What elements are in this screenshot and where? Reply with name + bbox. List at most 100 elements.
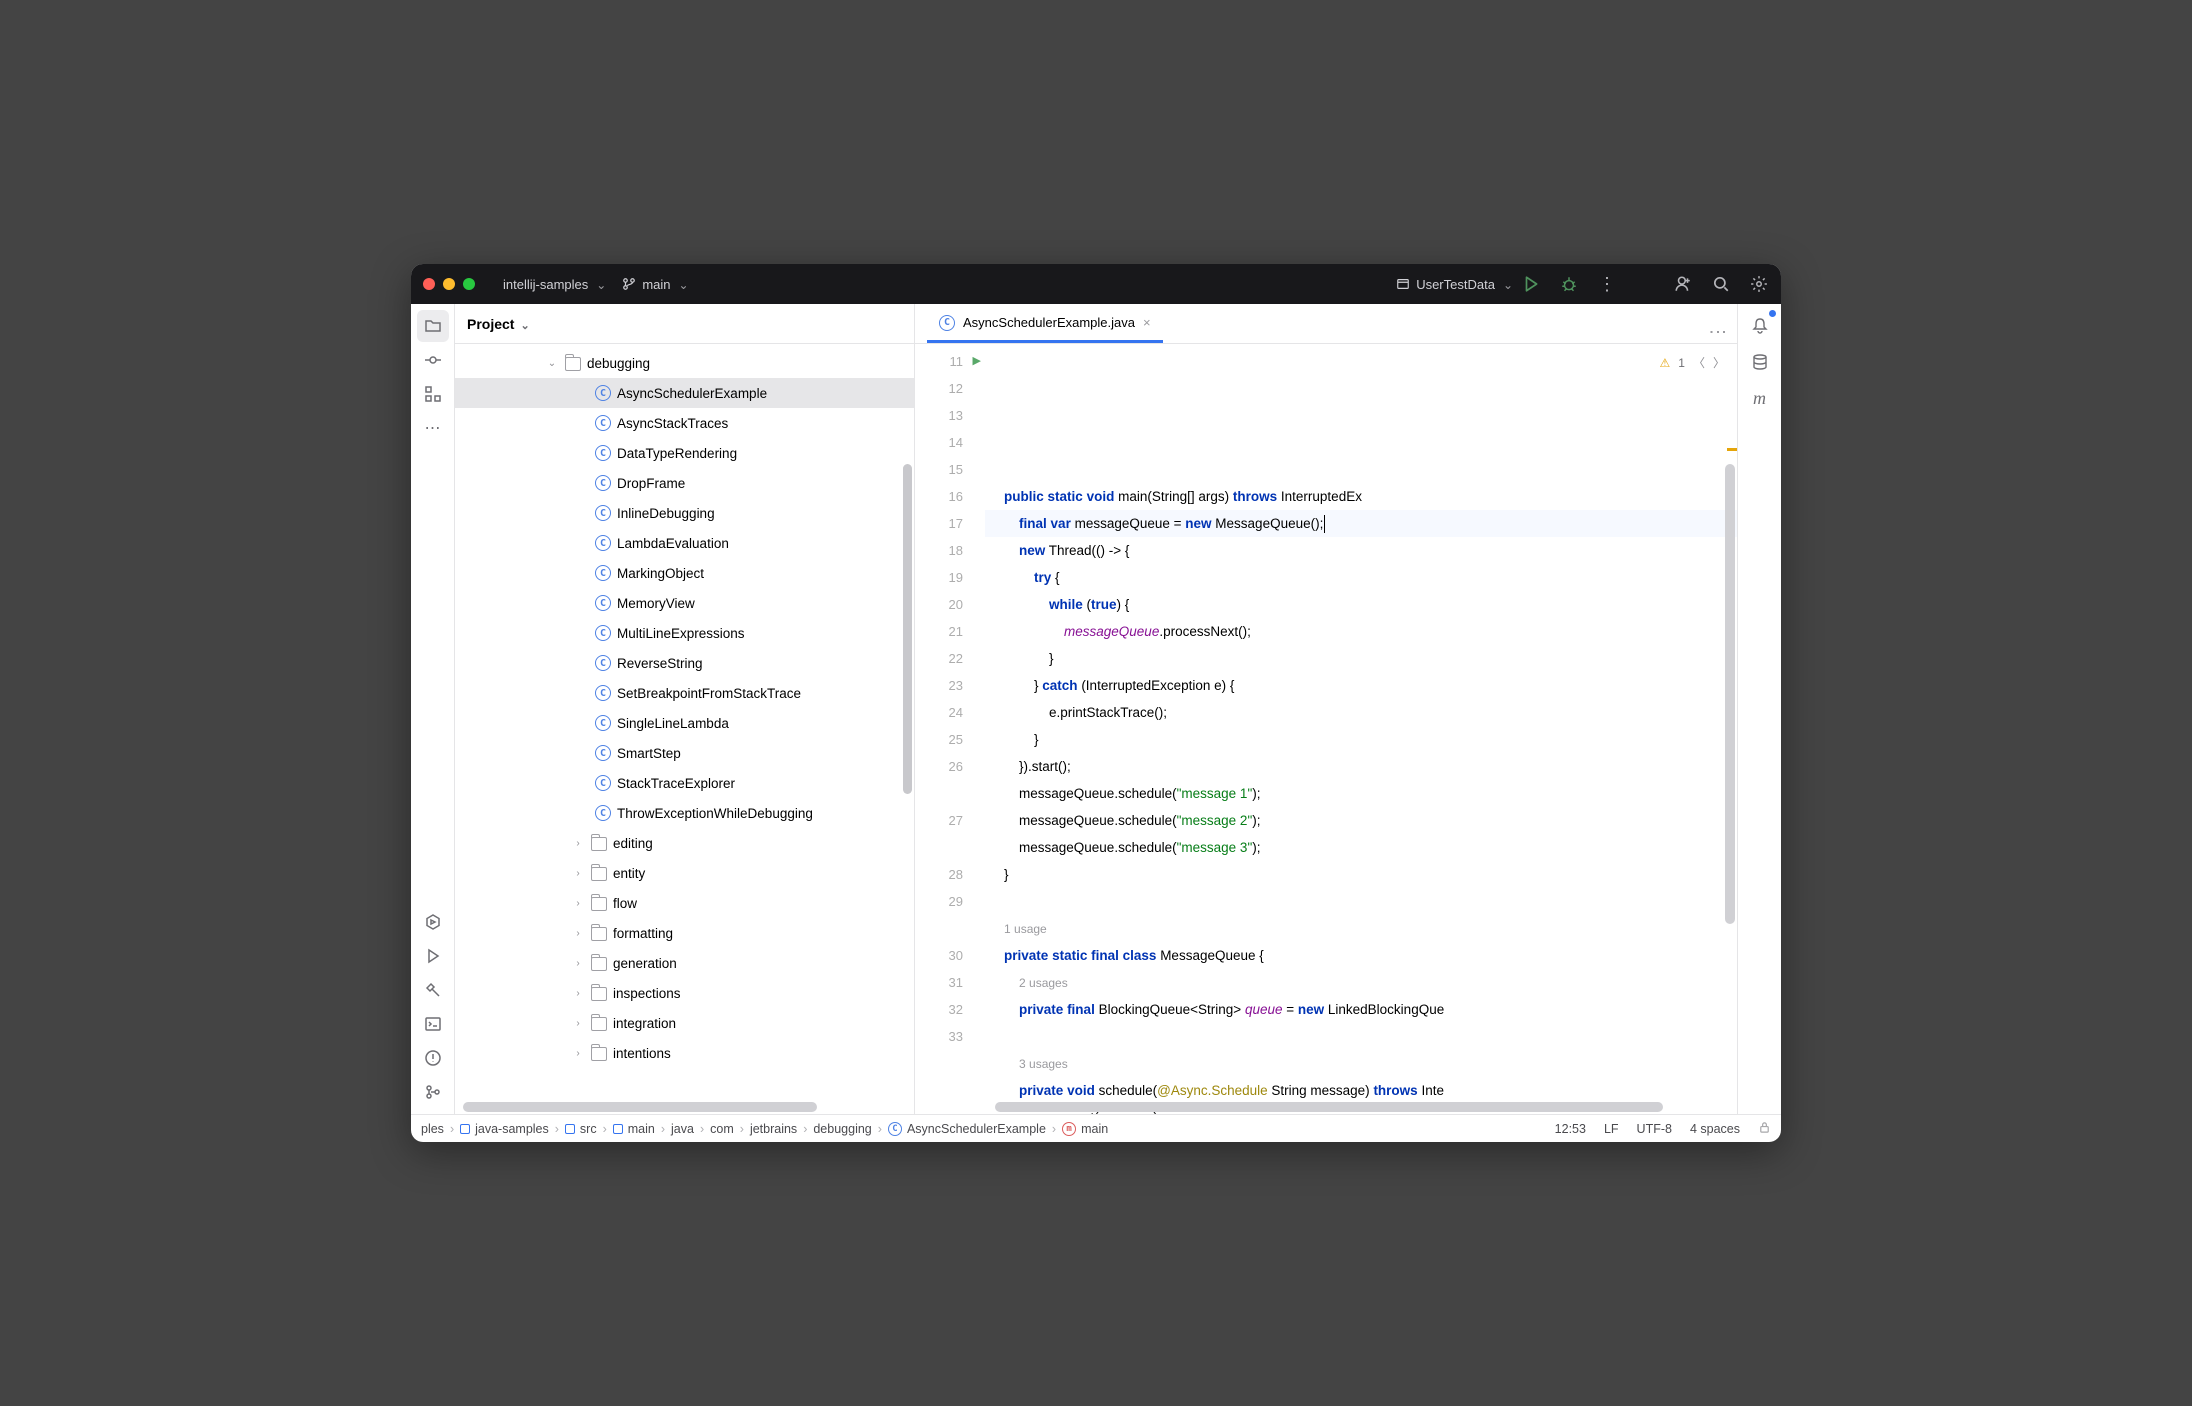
editor-gutter[interactable]: 1112131415161718192021222324252627282930… — [915, 344, 985, 1114]
project-selector[interactable]: intellij-samples — [495, 277, 614, 292]
indent-settings[interactable]: 4 spaces — [1690, 1122, 1740, 1136]
tree-folder[interactable]: ›entity — [455, 858, 914, 888]
tree-class[interactable]: CAsyncStackTraces — [455, 408, 914, 438]
tree-class[interactable]: CMemoryView — [455, 588, 914, 618]
code-line[interactable] — [985, 888, 1737, 915]
tree-class[interactable]: CAsyncSchedulerExample — [455, 378, 914, 408]
tree-twisty-icon[interactable]: › — [571, 988, 585, 999]
run-config-selector[interactable]: UserTestData — [1388, 277, 1521, 292]
editor-scrollbar[interactable] — [1725, 464, 1735, 924]
tree-class[interactable]: CSetBreakpointFromStackTrace — [455, 678, 914, 708]
code-line[interactable]: new Thread(() -> { — [985, 537, 1737, 564]
close-window[interactable] — [423, 278, 435, 290]
commit-tool-button[interactable] — [417, 344, 449, 376]
breadcrumb-item[interactable]: debugging — [813, 1122, 871, 1136]
tree-folder[interactable]: ›generation — [455, 948, 914, 978]
vcs-branch-selector[interactable]: main — [614, 277, 696, 292]
notifications-button[interactable] — [1744, 310, 1776, 342]
error-stripe-marker[interactable] — [1727, 448, 1737, 451]
more-actions[interactable]: ⋮ — [1597, 274, 1617, 294]
code-with-me-button[interactable] — [1673, 274, 1693, 294]
tree-class[interactable]: CReverseString — [455, 648, 914, 678]
line-separator[interactable]: LF — [1604, 1122, 1619, 1136]
breadcrumb-item[interactable]: java-samples — [460, 1122, 549, 1136]
breadcrumb-item[interactable]: jetbrains — [750, 1122, 797, 1136]
tree-horizontal-scrollbar[interactable] — [463, 1102, 906, 1112]
tree-class[interactable]: CLambdaEvaluation — [455, 528, 914, 558]
file-encoding[interactable]: UTF-8 — [1637, 1122, 1672, 1136]
code-line[interactable]: public static void main(String[] args) t… — [985, 483, 1737, 510]
code-line[interactable]: } — [985, 726, 1737, 753]
code-line[interactable]: } — [985, 645, 1737, 672]
tree-class[interactable]: CDropFrame — [455, 468, 914, 498]
next-highlight-icon[interactable]: 〉 — [1713, 350, 1725, 377]
code-content[interactable]: ⚠ 1 〈 〉 public static void main(String[]… — [985, 344, 1737, 1114]
tree-class[interactable]: CStackTraceExplorer — [455, 768, 914, 798]
code-line[interactable]: final var messageQueue = new MessageQueu… — [985, 510, 1737, 537]
tree-class[interactable]: CMarkingObject — [455, 558, 914, 588]
navigation-bar[interactable]: ples›java-samples›src›main›java›com›jetb… — [421, 1122, 1108, 1136]
code-line[interactable]: e.printStackTrace(); — [985, 699, 1737, 726]
code-line[interactable]: try { — [985, 564, 1737, 591]
tree-class[interactable]: CThrowExceptionWhileDebugging — [455, 798, 914, 828]
code-line[interactable]: private final BlockingQueue<String> queu… — [985, 996, 1737, 1023]
code-line[interactable]: 1 usage — [985, 915, 1737, 942]
tree-class[interactable]: CInlineDebugging — [455, 498, 914, 528]
code-line[interactable]: while (true) { — [985, 591, 1737, 618]
tree-twisty-icon[interactable]: › — [571, 1018, 585, 1029]
zoom-window[interactable] — [463, 278, 475, 290]
project-tool-button[interactable] — [417, 310, 449, 342]
project-tree[interactable]: ⌄debuggingCAsyncSchedulerExampleCAsyncSt… — [455, 344, 914, 1100]
tree-twisty-icon[interactable]: › — [571, 898, 585, 909]
tree-twisty-icon[interactable]: › — [571, 868, 585, 879]
prev-highlight-icon[interactable]: 〈 — [1693, 350, 1705, 377]
tree-class[interactable]: CSmartStep — [455, 738, 914, 768]
breadcrumb-item[interactable]: ples — [421, 1122, 444, 1136]
breadcrumb-item[interactable]: CAsyncSchedulerExample — [888, 1122, 1046, 1136]
tree-twisty-icon[interactable]: ⌄ — [545, 358, 559, 369]
tab-list-menu[interactable]: ⋮ — [1707, 323, 1728, 342]
breadcrumb-item[interactable]: com — [710, 1122, 734, 1136]
search-everywhere-button[interactable] — [1711, 274, 1731, 294]
breadcrumb-item[interactable]: java — [671, 1122, 694, 1136]
breadcrumb-item[interactable]: main — [613, 1122, 655, 1136]
tree-twisty-icon[interactable]: › — [571, 1048, 585, 1059]
editor-horizontal-scrollbar[interactable] — [995, 1102, 1721, 1112]
services-tool-button[interactable] — [417, 906, 449, 938]
code-line[interactable] — [985, 1023, 1737, 1050]
tree-folder[interactable]: ›integration — [455, 1008, 914, 1038]
tree-folder[interactable]: ›formatting — [455, 918, 914, 948]
tree-folder[interactable]: ›intentions — [455, 1038, 914, 1068]
maven-tool-button[interactable]: m — [1744, 382, 1776, 414]
tree-folder[interactable]: ›flow — [455, 888, 914, 918]
code-line[interactable]: } — [985, 861, 1737, 888]
terminal-tool-button[interactable] — [417, 1008, 449, 1040]
debug-button[interactable] — [1559, 274, 1579, 294]
code-line[interactable]: } catch (InterruptedException e) { — [985, 672, 1737, 699]
problems-tool-button[interactable] — [417, 1042, 449, 1074]
more-tools-button[interactable]: ⋯ — [417, 412, 449, 444]
code-line[interactable]: private static final class MessageQueue … — [985, 942, 1737, 969]
settings-button[interactable] — [1749, 274, 1769, 294]
close-tab-icon[interactable]: × — [1143, 315, 1151, 330]
tree-folder[interactable]: ⌄debugging — [455, 348, 914, 378]
code-line[interactable]: 3 usages — [985, 1050, 1737, 1077]
minimize-window[interactable] — [443, 278, 455, 290]
tree-twisty-icon[interactable]: › — [571, 928, 585, 939]
tree-class[interactable]: CMultiLineExpressions — [455, 618, 914, 648]
code-line[interactable]: }).start(); — [985, 753, 1737, 780]
tree-folder[interactable]: ›inspections — [455, 978, 914, 1008]
tree-twisty-icon[interactable]: › — [571, 838, 585, 849]
caret-position[interactable]: 12:53 — [1555, 1122, 1586, 1136]
run-button[interactable] — [1521, 274, 1541, 294]
breadcrumb-item[interactable]: mmain — [1062, 1122, 1108, 1136]
editor-tab[interactable]: C AsyncSchedulerExample.java × — [927, 305, 1163, 343]
structure-tool-button[interactable] — [417, 378, 449, 410]
code-line[interactable]: 2 usages — [985, 969, 1737, 996]
tree-class[interactable]: CSingleLineLambda — [455, 708, 914, 738]
breadcrumb-item[interactable]: src — [565, 1122, 597, 1136]
tree-twisty-icon[interactable]: › — [571, 958, 585, 969]
tree-class[interactable]: CDataTypeRendering — [455, 438, 914, 468]
code-line[interactable]: messageQueue.schedule("message 3"); — [985, 834, 1737, 861]
code-line[interactable]: messageQueue.schedule("message 2"); — [985, 807, 1737, 834]
